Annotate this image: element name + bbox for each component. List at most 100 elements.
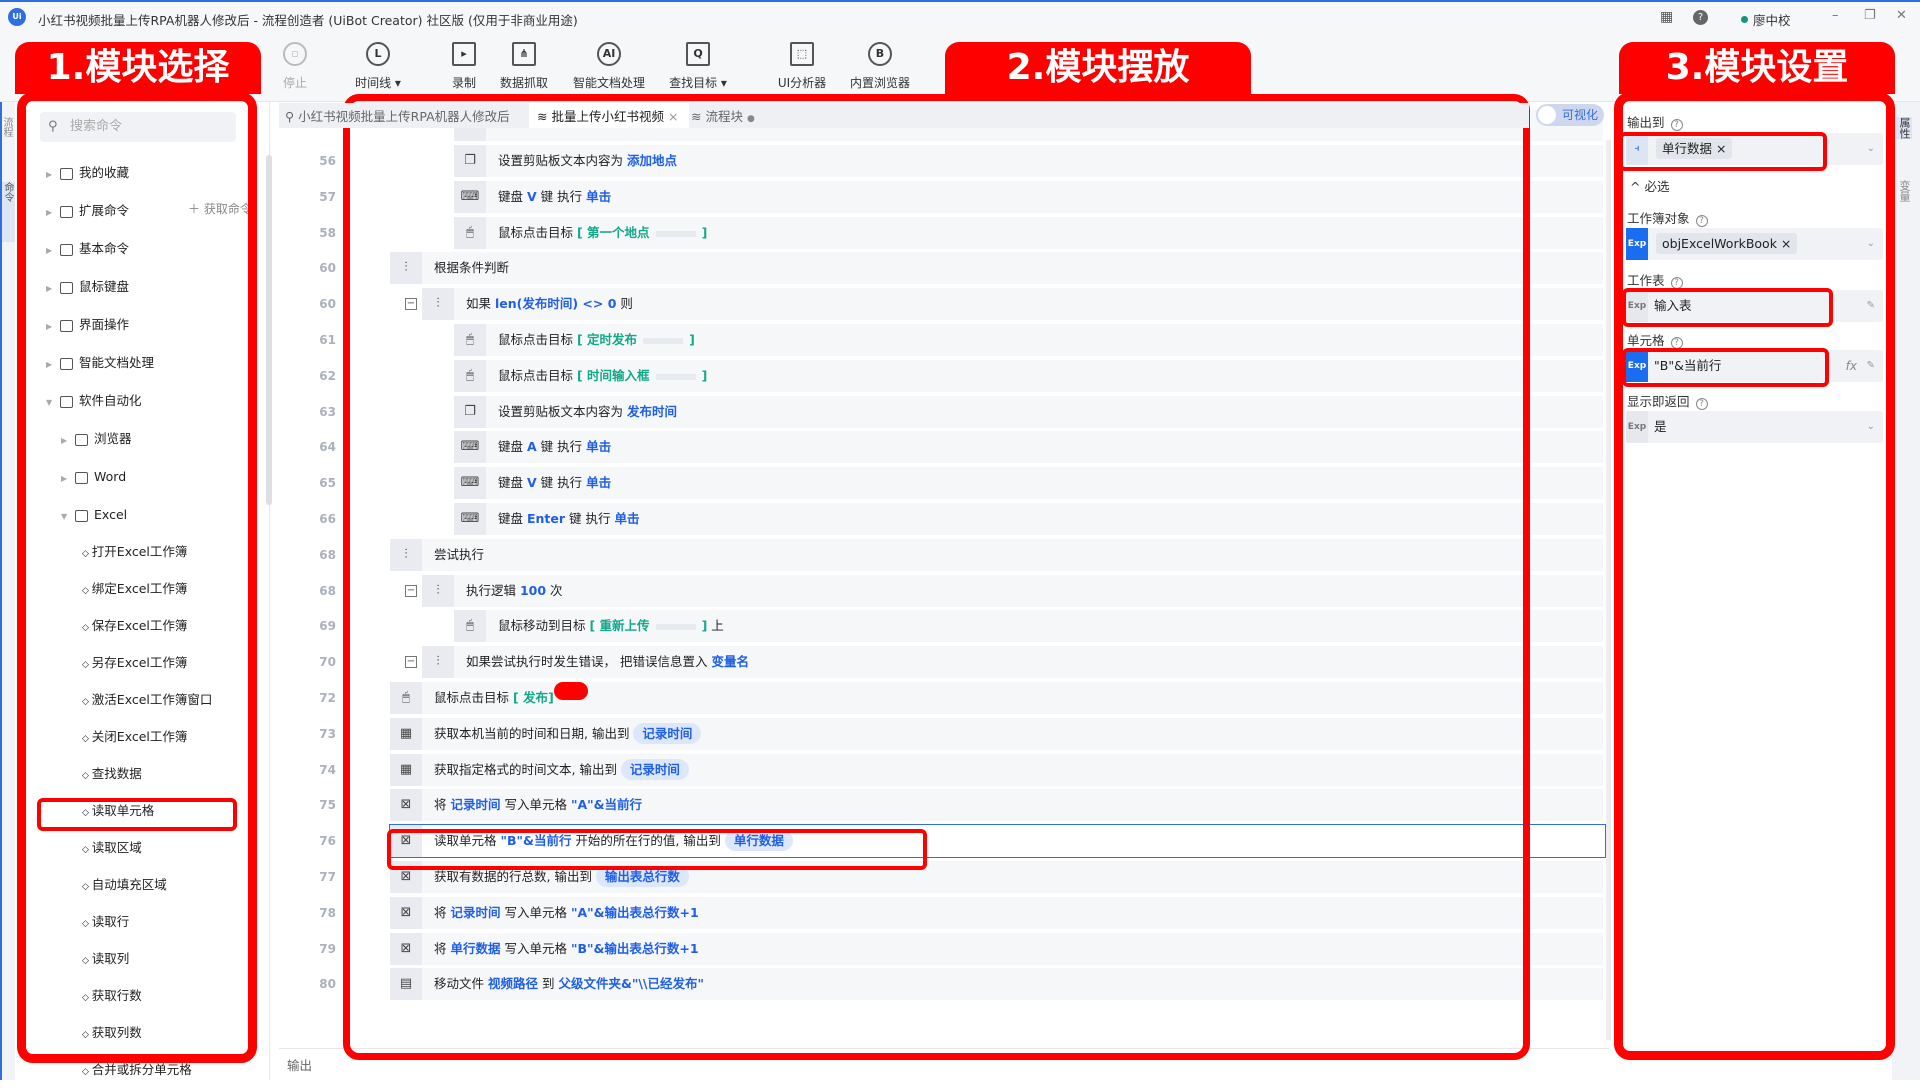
command-scrollbar[interactable] — [266, 155, 272, 505]
expand-arrow-icon[interactable]: ▶ — [46, 346, 60, 384]
chevron-down-icon[interactable]: ⌄ — [1867, 411, 1875, 443]
exp-icon[interactable]: Exp — [1626, 290, 1648, 322]
tab-flow[interactable]: 流程 — [1, 117, 14, 137]
flow-row[interactable]: ▦ 获取指定格式的时间文本, 输出到 记录时间 — [390, 754, 1603, 786]
flow-row[interactable]: ❐ 设置剪贴板文本内容为 添加地点 — [454, 145, 1603, 177]
flow-row[interactable]: 🖱 鼠标点击目标 [ 发布] — [390, 682, 1603, 714]
tree-group-item[interactable]: ▶ 我的收藏 — [46, 154, 129, 192]
excel-command-item[interactable]: ◇ 读取列 — [82, 940, 129, 977]
target-text[interactable]: [ 第一个地点 — [577, 225, 650, 240]
target-text[interactable]: ] — [702, 368, 708, 383]
tree-group-item[interactable]: ▶ 界面操作 — [46, 306, 129, 344]
variable-text[interactable]: 视频路径 — [488, 976, 538, 991]
excel-command-item[interactable]: ◇ 读取区域 — [82, 829, 142, 866]
edit-icon[interactable]: ✎ — [1867, 290, 1875, 322]
flow-row[interactable]: 🖱 鼠标点击目标 [ 第一个地点] — [454, 217, 1603, 249]
tree-group-item[interactable]: ▶ 扩展命令 — [46, 192, 129, 230]
visualize-toggle[interactable]: 可视化 — [1536, 104, 1604, 126]
help-icon[interactable]: ? — [1670, 277, 1683, 289]
flow-row[interactable]: 🖱 鼠标点击目标 [ 时间输入框] — [454, 360, 1603, 392]
flow-row[interactable]: ▦ 获取本机当前的时间和日期, 输出到 记录时间 — [390, 718, 1603, 750]
variable-text[interactable]: 记录时间 — [450, 905, 500, 920]
output-variable-chip[interactable]: 输出表总行数 — [595, 866, 689, 887]
tab-commands[interactable]: 命令 — [2, 182, 15, 242]
variable-text[interactable]: V — [527, 475, 537, 490]
flow-row[interactable]: ⌨ 键盘 Enter 键 执行 单击 — [454, 503, 1603, 535]
excel-command-item[interactable]: ◇ 获取列数 — [82, 1014, 142, 1051]
variable-text[interactable]: 单击 — [586, 439, 611, 454]
editor-scrollbar[interactable] — [1606, 140, 1611, 1040]
excel-command-item[interactable]: ◇ 合并或拆分单元格 — [82, 1051, 192, 1088]
chevron-down-icon[interactable]: ⌄ — [1867, 133, 1875, 165]
tree-group-item[interactable]: ▶ 智能文档处理 — [46, 344, 154, 382]
remove-tag-icon[interactable]: × — [1781, 236, 1791, 251]
collapse-toggle[interactable]: − — [405, 298, 417, 310]
flow-row[interactable]: 🖱 鼠标点击目标 [ 定时发布] — [454, 324, 1603, 356]
tab-flow-block[interactable]: ≋ 流程块 ● — [691, 103, 755, 128]
tree-group-item[interactable]: ▶ 浏览器 — [61, 420, 132, 458]
excel-command-item[interactable]: ◇ 激活Excel工作簿窗口 — [82, 681, 212, 718]
excel-command-item[interactable]: ◇ 自动填充区域 — [82, 866, 167, 903]
flow-row[interactable]: 🖱 鼠标移动到目标 [ 重新上传] 上 — [454, 610, 1603, 642]
expand-arrow-icon[interactable]: ▶ — [46, 270, 60, 308]
help-icon[interactable]: ? — [1695, 215, 1708, 227]
target-text[interactable]: ] — [702, 225, 708, 240]
minimize-button[interactable]: – — [1832, 8, 1839, 23]
variable-text[interactable]: "A"&当前行 — [571, 797, 642, 812]
target-text[interactable]: ] — [548, 690, 554, 705]
tab-main-flow[interactable]: ⚲ 小红书视频批量上传RPA机器人修改后 — [285, 103, 510, 128]
flow-row[interactable]: ⌨ 键盘 V 键 执行 单击 — [454, 181, 1603, 213]
excel-command-item[interactable]: ◇ 打开Excel工作簿 — [82, 533, 187, 570]
variable-text[interactable]: Enter — [527, 511, 565, 526]
variable-text[interactable]: 变量名 — [711, 654, 749, 669]
stop-button[interactable]: ▫ 停止 — [255, 42, 335, 91]
close-tab-icon[interactable]: × — [668, 109, 678, 124]
tree-group-item[interactable]: ▼ 软件自动化 — [46, 382, 142, 420]
flow-row[interactable]: ⊠ 将 记录时间 写入单元格 "A"&当前行 — [390, 789, 1603, 821]
variable-text[interactable]: 发布时间 — [627, 404, 677, 419]
tree-group-item[interactable]: ▶ 基本命令 — [46, 230, 129, 268]
excel-command-item[interactable]: ◇ 关闭Excel工作簿 — [82, 718, 187, 755]
flow-row[interactable]: ⊠ 获取有数据的行总数, 输出到 输出表总行数 — [390, 861, 1603, 893]
get-command-button[interactable]: ＋ 获取命令 — [188, 200, 252, 217]
builtin-browser-button[interactable]: B 内置浏览器 — [840, 42, 920, 91]
tree-group-item[interactable]: ▼ Excel — [61, 496, 127, 534]
tree-group-item[interactable]: ▶ 鼠标键盘 — [46, 268, 129, 306]
flow-row[interactable]: ⫶ 执行逻辑 100 次 — [422, 575, 1603, 607]
ai-doc-button[interactable]: AI 智能文档处理 — [569, 42, 649, 91]
excel-command-item[interactable]: ◇ 保存Excel工作簿 — [82, 607, 187, 644]
variable-text[interactable]: 记录时间 — [450, 797, 500, 812]
variable-text[interactable]: 100 — [520, 583, 546, 598]
help-icon[interactable]: ? — [1670, 119, 1683, 131]
variable-text[interactable]: "A"&输出表总行数+1 — [571, 905, 699, 920]
exp-icon[interactable]: Exp — [1626, 350, 1648, 382]
flow-row[interactable]: ⌨ 键盘 A 键 执行 单击 — [454, 431, 1603, 463]
find-target-button[interactable]: Q 查找目标 ▾ — [658, 42, 738, 91]
required-section-toggle[interactable]: ^ 必选 — [1630, 176, 1669, 195]
flow-row[interactable]: ⊠ 读取单元格 "B"&当前行 开始的所在行的值, 输出到 单行数据 — [389, 824, 1606, 858]
workbook-field[interactable]: Exp objExcelWorkBook × ⌄ — [1626, 228, 1883, 260]
remove-tag-icon[interactable]: × — [1716, 141, 1726, 156]
expand-arrow-icon[interactable]: ▶ — [46, 156, 60, 194]
tree-group-item[interactable]: ▶ Word — [61, 458, 126, 496]
target-text[interactable]: [ 时间输入框 — [577, 368, 650, 383]
variable-text[interactable]: 单击 — [586, 475, 611, 490]
flow-row[interactable]: ⫶ 尝试执行 — [390, 539, 1603, 571]
flow-row[interactable]: ⫶ 如果尝试执行时发生错误， 把错误信息置入 变量名 — [422, 646, 1603, 678]
data-scrape-button[interactable]: ⋔ 数据抓取 — [484, 42, 564, 91]
fx-button[interactable]: fx — [1846, 350, 1857, 382]
user-name[interactable]: 廖中校 — [1753, 10, 1791, 29]
flow-row[interactable]: ⌨ 键盘 V 键 执行 单击 — [454, 467, 1603, 499]
help-icon[interactable]: ? — [1695, 398, 1708, 410]
exp-icon[interactable]: Exp — [1626, 228, 1648, 260]
variable-text[interactable]: 添加地点 — [627, 153, 677, 168]
expand-arrow-icon[interactable]: ▶ — [61, 460, 75, 498]
excel-command-item[interactable]: ◇ 查找数据 — [82, 755, 142, 792]
timeline-button[interactable]: L 时间线 ▾ — [338, 42, 418, 91]
flow-row[interactable]: ▤ 移动文件 视频路径 到 父级文件夹&"\\已经发布" — [390, 968, 1603, 1000]
flow-row[interactable]: ❐ 设置剪贴板文本内容为 发布时间 — [454, 396, 1603, 428]
edit-icon[interactable]: ✎ — [1867, 350, 1875, 382]
expand-arrow-icon[interactable]: ▶ — [61, 422, 75, 460]
close-button[interactable]: ✕ — [1896, 8, 1907, 23]
output-variable-chip[interactable]: 单行数据 — [724, 830, 793, 851]
